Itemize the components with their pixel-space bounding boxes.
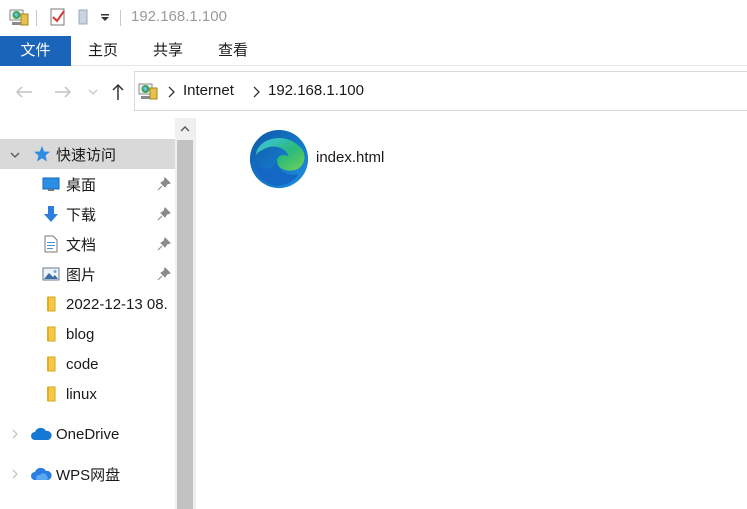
address-bar[interactable]: Internet 192.168.1.100 <box>134 71 747 111</box>
folder-icon <box>42 385 60 403</box>
separator <box>120 10 121 26</box>
pin-icon[interactable] <box>157 177 171 191</box>
breadcrumb-separator-icon[interactable] <box>166 85 176 99</box>
sidebar-item-desktop[interactable]: 桌面 <box>0 169 175 199</box>
tab-view[interactable]: 查看 <box>208 36 258 66</box>
scroll-thumb[interactable] <box>177 140 193 509</box>
chevron-down-icon[interactable] <box>10 150 20 160</box>
sidebar-item-label: 桌面 <box>66 176 97 194</box>
folder-icon <box>42 325 60 343</box>
recent-locations-chevron-icon[interactable] <box>83 80 103 104</box>
new-folder-icon[interactable] <box>75 6 91 28</box>
sidebar-item-folder[interactable]: 2022-12-13 08. <box>0 289 175 319</box>
up-arrow-icon[interactable] <box>106 80 130 104</box>
file-item[interactable]: index.html <box>248 128 408 192</box>
pin-icon[interactable] <box>157 237 171 251</box>
nav-pane-scrollbar[interactable] <box>175 118 195 509</box>
forward-arrow-icon[interactable] <box>51 80 75 104</box>
cloud-icon <box>30 425 52 443</box>
edge-icon <box>248 128 312 192</box>
title-bar: 192.168.1.100 <box>0 0 747 36</box>
sidebar-item-downloads[interactable]: 下载 <box>0 199 175 229</box>
download-icon <box>42 205 60 223</box>
pin-icon[interactable] <box>157 267 171 281</box>
sidebar-item-folder[interactable]: blog <box>0 319 175 349</box>
separator <box>36 10 37 26</box>
tab-home[interactable]: 主页 <box>78 36 128 66</box>
navigation-pane: 快速访问 桌面 下载 文档 图片 2022-12-13 08. blog cod… <box>0 118 196 509</box>
pictures-icon <box>42 265 60 283</box>
star-icon <box>33 145 51 163</box>
sidebar-item-label: 下载 <box>66 206 97 224</box>
network-globe-icon <box>8 6 30 28</box>
tab-file[interactable]: 文件 <box>0 36 71 66</box>
network-globe-icon <box>138 81 158 101</box>
chevron-right-icon[interactable] <box>10 469 20 479</box>
ribbon-tabs: 文件 主页 共享 查看 <box>0 36 747 66</box>
sidebar-item-quick-access[interactable]: 快速访问 <box>0 139 175 169</box>
breadcrumb-separator-icon[interactable] <box>251 85 261 99</box>
file-list: index.html <box>196 118 747 509</box>
sidebar-item-label: WPS网盘 <box>56 466 121 484</box>
file-name: index.html <box>316 149 385 166</box>
sidebar-item-wps[interactable]: WPS网盘 <box>0 459 175 489</box>
sidebar-item-label: 2022-12-13 08. <box>66 295 168 313</box>
pin-icon[interactable] <box>157 207 171 221</box>
scroll-up-arrow-icon[interactable] <box>175 118 195 140</box>
properties-icon[interactable] <box>47 6 69 28</box>
customize-toolbar-chevron-icon[interactable] <box>98 6 112 28</box>
sidebar-item-label: 文档 <box>66 236 97 254</box>
sidebar-item-label: 图片 <box>66 266 97 284</box>
window-title: 192.168.1.100 <box>131 8 227 25</box>
tab-share[interactable]: 共享 <box>143 36 193 66</box>
sidebar-item-onedrive[interactable]: OneDrive <box>0 419 175 449</box>
folder-icon <box>42 355 60 373</box>
back-arrow-icon[interactable] <box>12 80 36 104</box>
sidebar-item-label: 快速访问 <box>56 146 117 164</box>
sidebar-item-label: OneDrive <box>56 425 120 443</box>
document-icon <box>42 235 60 253</box>
sidebar-item-folder[interactable]: linux <box>0 379 175 409</box>
sidebar-item-pictures[interactable]: 图片 <box>0 259 175 289</box>
folder-icon <box>42 295 60 313</box>
sidebar-item-folder[interactable]: code <box>0 349 175 379</box>
sidebar-item-label: code <box>66 355 99 373</box>
desktop-icon <box>42 175 60 193</box>
breadcrumb-host[interactable]: 192.168.1.100 <box>268 82 364 99</box>
breadcrumb-internet[interactable]: Internet <box>183 82 234 99</box>
sidebar-item-documents[interactable]: 文档 <box>0 229 175 259</box>
sidebar-item-label: linux <box>66 385 97 403</box>
chevron-right-icon[interactable] <box>10 429 20 439</box>
wps-cloud-icon <box>30 465 52 483</box>
sidebar-item-label: blog <box>66 325 95 343</box>
